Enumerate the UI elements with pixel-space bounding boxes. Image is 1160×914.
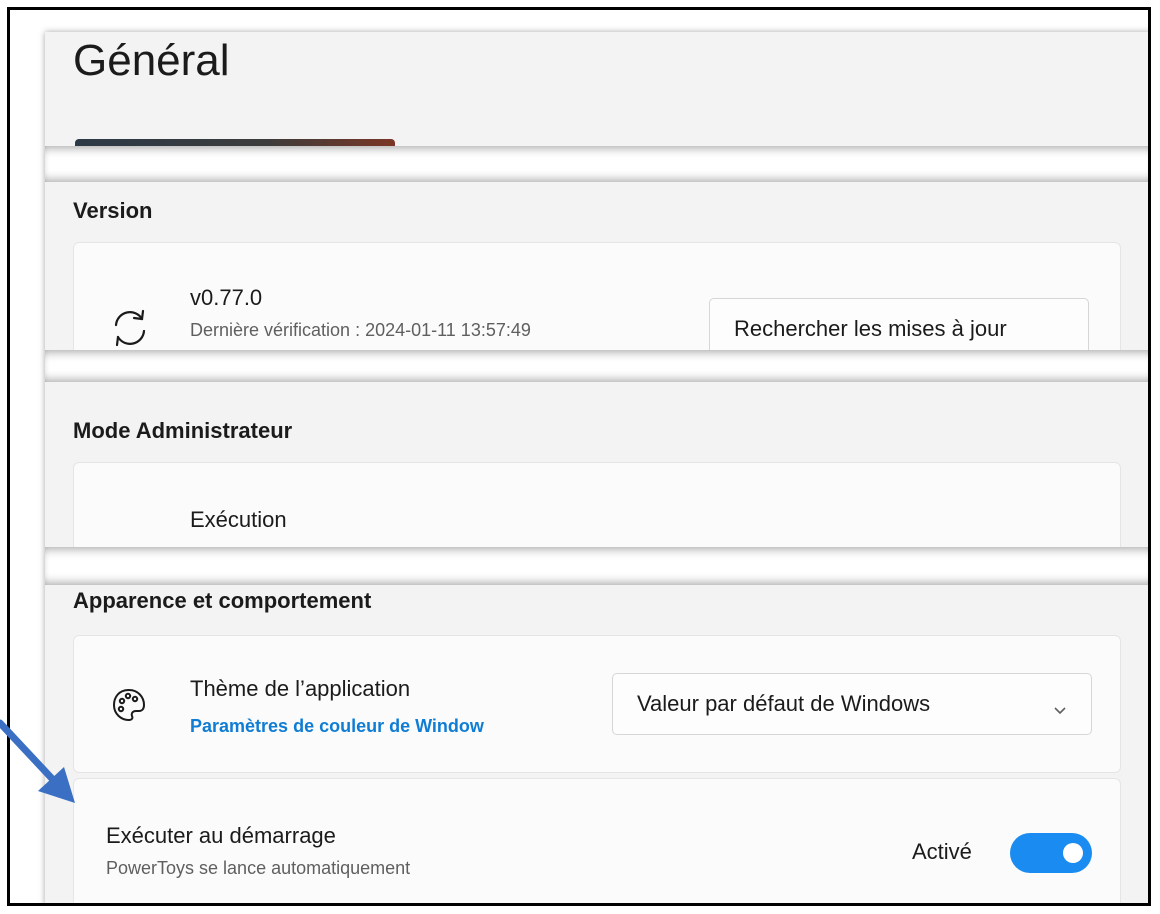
screenshot-frame: Général Version v0.77.0 Dernière vérific… — [7, 7, 1151, 906]
palette-icon — [110, 686, 148, 729]
theme-dropdown[interactable]: Valeur par défaut de Windows — [612, 673, 1092, 735]
crop-divider — [45, 547, 1148, 585]
startup-description: PowerToys se lance automatiquement — [106, 858, 411, 878]
version-section-title: Version — [73, 198, 153, 223]
version-number: v0.77.0 — [190, 285, 263, 310]
theme-card: Thème de l’application Paramètres de cou… — [73, 635, 1121, 773]
crop-divider — [45, 146, 1148, 182]
chevron-down-icon — [1053, 696, 1067, 722]
version-card: v0.77.0 Dernière vérification : 2024-01-… — [73, 242, 1121, 362]
last-check-text: Dernière vérification : 2024-01-11 13:57… — [190, 320, 531, 340]
sync-icon — [112, 307, 148, 352]
startup-toggle-state: Activé — [912, 839, 972, 864]
startup-card: Exécuter au démarrage PowerToys se lance… — [73, 778, 1121, 903]
annotation-arrow-icon — [0, 719, 75, 803]
theme-label: Thème de l’application — [190, 676, 411, 701]
page-title: Général — [73, 36, 230, 85]
admin-section-title: Mode Administrateur — [73, 418, 293, 443]
color-settings-link[interactable]: Paramètres de couleur de Window — [190, 716, 565, 737]
toggle-knob — [1063, 843, 1083, 863]
appearance-section-title: Apparence et comportement — [73, 588, 372, 613]
theme-dropdown-value: Valeur par défaut de Windows — [637, 691, 931, 716]
crop-divider — [45, 350, 1148, 382]
startup-label: Exécuter au démarrage — [106, 823, 336, 848]
settings-panel: Général Version v0.77.0 Dernière vérific… — [45, 32, 1148, 903]
startup-toggle[interactable] — [1010, 833, 1092, 873]
execution-label: Exécution — [190, 507, 287, 532]
